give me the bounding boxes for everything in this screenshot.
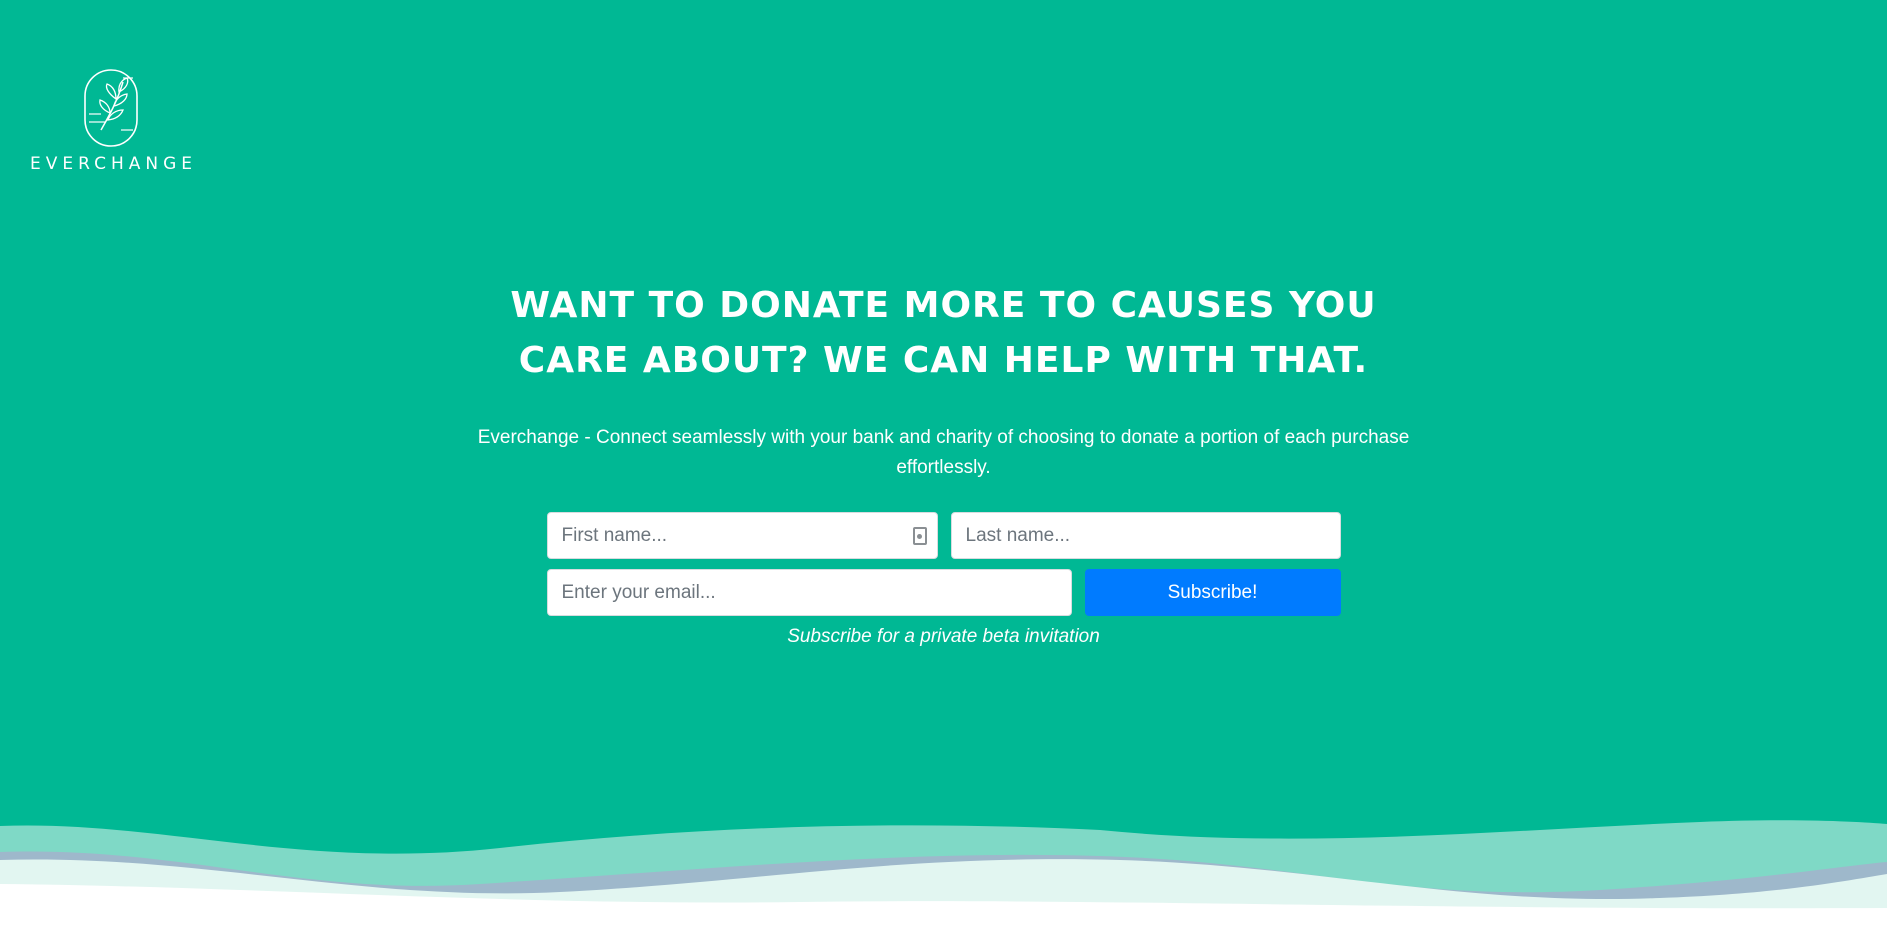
last-name-placeholder: Last name...: [965, 524, 1071, 546]
last-name-field[interactable]: Last name...: [950, 512, 1341, 559]
subscribe-form: First name... Last name... Enter your em…: [546, 512, 1341, 648]
first-name-placeholder: First name...: [561, 524, 668, 546]
subscribe-button[interactable]: Subscribe!: [1084, 569, 1341, 616]
first-name-field[interactable]: First name...: [546, 512, 938, 559]
brand-logo[interactable]: EVERCHANGE: [26, 68, 196, 174]
hero-section: WANT TO DONATE MORE TO CAUSES YOU CARE A…: [0, 278, 1887, 648]
hero-subtitle: Everchange - Connect seamlessly with you…: [477, 427, 1410, 478]
email-placeholder: Enter your email...: [561, 581, 716, 603]
email-field[interactable]: Enter your email...: [546, 569, 1072, 616]
contact-card-icon[interactable]: [912, 527, 927, 545]
beta-invitation-note: Subscribe for a private beta invitation: [787, 626, 1100, 647]
hero-headline: WANT TO DONATE MORE TO CAUSES YOU CARE A…: [510, 285, 1377, 381]
decorative-waves: [0, 820, 1887, 925]
brand-name: EVERCHANGE: [30, 154, 197, 174]
leaf-branch-icon: [84, 69, 138, 147]
